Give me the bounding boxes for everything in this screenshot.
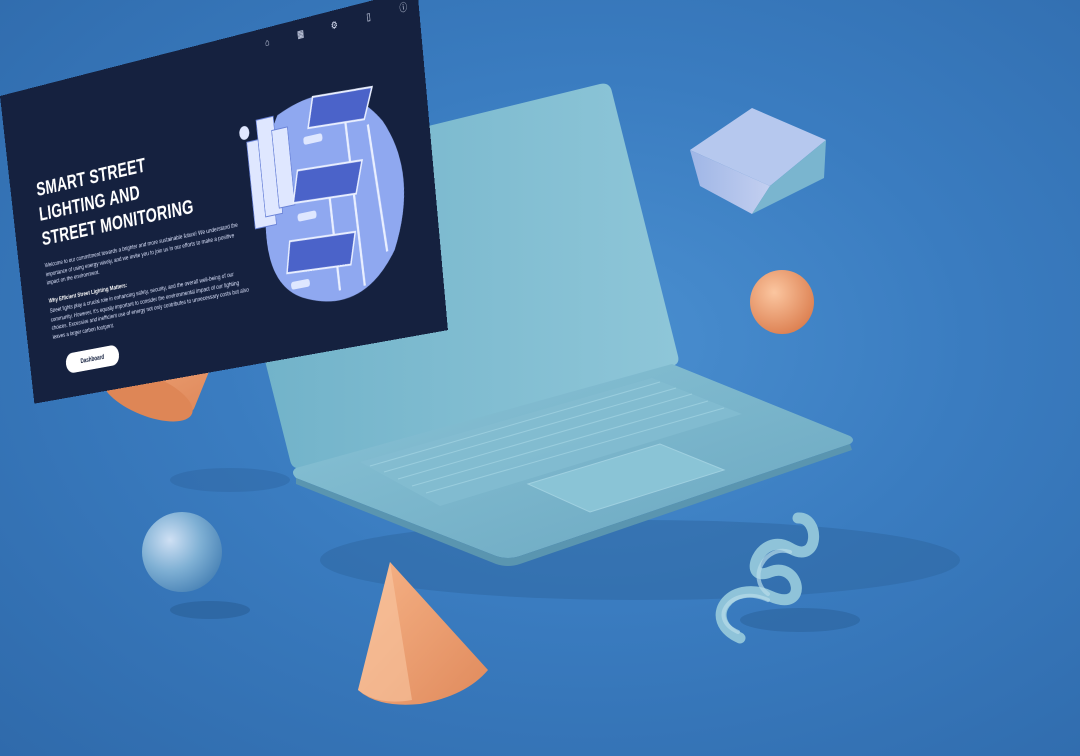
network-icon[interactable]: ⚙ [329, 19, 339, 33]
dashboard-button[interactable]: Dashboard [65, 344, 120, 374]
grid-icon[interactable]: ▦ [296, 28, 306, 42]
info-icon[interactable]: ⓘ [398, 2, 408, 17]
home-icon[interactable]: ⌂ [263, 37, 273, 51]
solar-streetlight-illustration [233, 66, 422, 326]
document-icon[interactable]: ▯ [364, 11, 374, 25]
